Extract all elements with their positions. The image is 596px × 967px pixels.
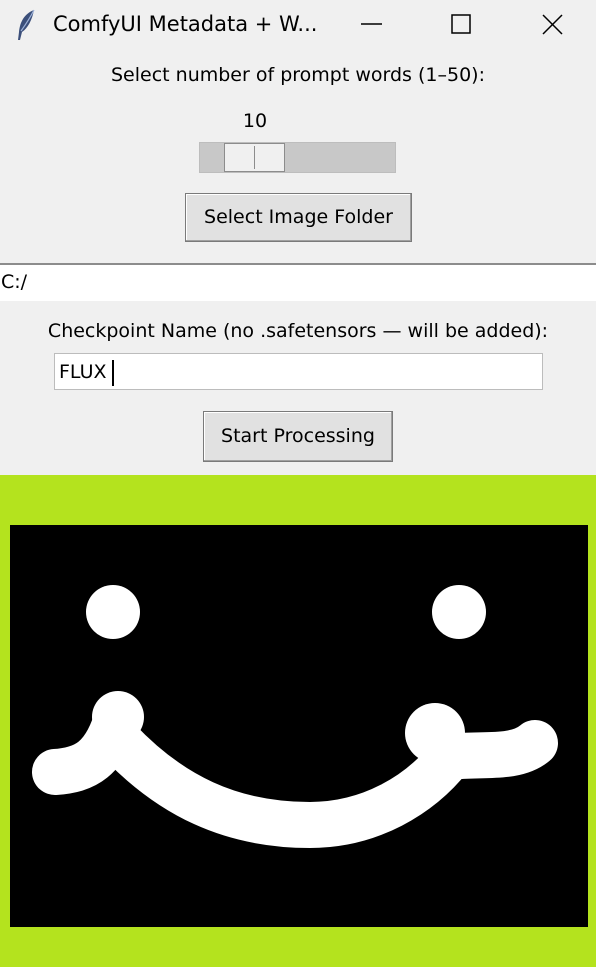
checkpoint-label: Checkpoint Name (no .safetensors — will …: [47, 320, 549, 342]
folder-path: C:/: [0, 263, 596, 301]
close-icon: [542, 14, 563, 35]
start-processing-button[interactable]: Start Processing: [203, 411, 393, 462]
left-eye: [86, 585, 140, 639]
smile-right-blob: [405, 703, 465, 763]
maximize-button[interactable]: [417, 0, 507, 50]
smiley-drawing: [32, 585, 558, 848]
maximize-icon: [451, 14, 471, 34]
text-caret: [112, 360, 114, 386]
title-bar[interactable]: ComfyUI Metadata + W...: [0, 0, 596, 50]
right-eye: [432, 585, 486, 639]
minimize-button[interactable]: [327, 0, 417, 50]
close-button[interactable]: [508, 0, 596, 50]
smile-left-blob: [92, 691, 144, 743]
prompt-words-label: Select number of prompt words (1–50):: [111, 64, 485, 86]
slider-grip: [254, 146, 255, 169]
minimize-icon: [361, 23, 382, 25]
checkpoint-name-input[interactable]: [54, 353, 543, 390]
prompt-words-value: 10: [242, 110, 268, 132]
window-title: ComfyUI Metadata + W...: [53, 12, 318, 36]
image-preview: [10, 525, 588, 927]
feather-icon: [14, 8, 40, 42]
prompt-words-slider-thumb[interactable]: [224, 143, 285, 172]
select-image-folder-button[interactable]: Select Image Folder: [185, 193, 412, 242]
